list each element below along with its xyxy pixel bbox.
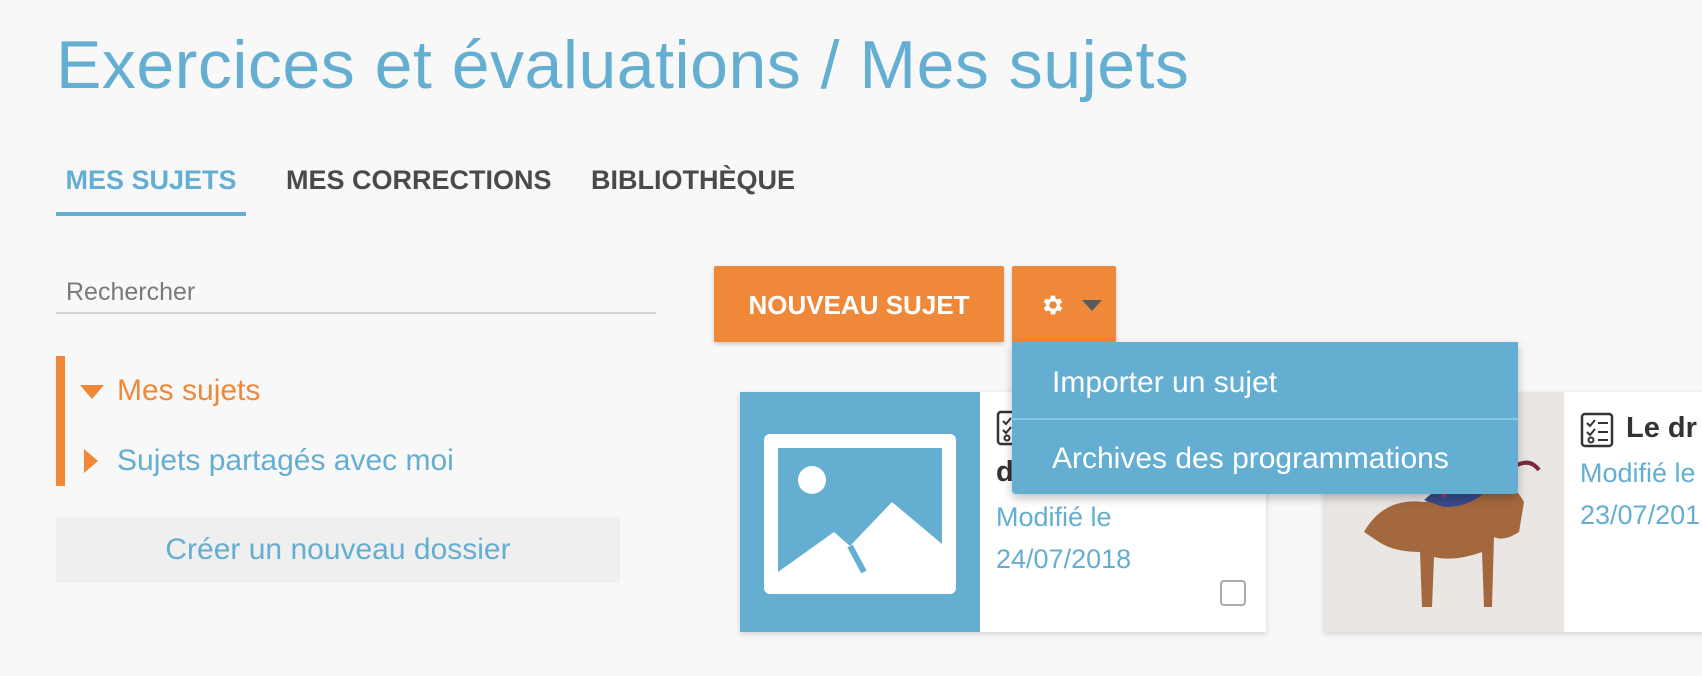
tab-mes-sujets[interactable]: MES SUJETS (56, 154, 246, 216)
search-input[interactable] (56, 272, 656, 314)
folder-label: Mes sujets (117, 374, 261, 407)
chevron-down-icon (1082, 300, 1102, 311)
create-folder-button[interactable]: Créer un nouveau dossier (56, 517, 620, 583)
card-modified: Modifié le 24/07/2018 (996, 496, 1131, 580)
card-modified: Modifié le 23/07/201 (1580, 452, 1700, 536)
image-placeholder-icon (764, 434, 956, 594)
tab-bibliotheque[interactable]: BIBLIOTHÈQUE (591, 154, 795, 212)
folder-label: Sujets partagés avec moi (117, 444, 454, 477)
caret-right-icon[interactable] (84, 449, 98, 473)
page-title: Exercices et évaluations / Mes sujets (56, 27, 1190, 103)
settings-dropdown-button[interactable] (1012, 266, 1116, 342)
card-thumbnail (740, 392, 980, 632)
folder-tree: Mes sujets Sujets partagés avec moi (56, 356, 616, 486)
tab-mes-corrections[interactable]: MES CORRECTIONS (286, 154, 552, 212)
gear-icon (1043, 295, 1063, 315)
menu-item-archives[interactable]: Archives des programmations (1012, 424, 1518, 494)
modified-date: 24/07/2018 (996, 544, 1132, 574)
menu-divider (1012, 418, 1518, 420)
card-checkbox[interactable] (1220, 580, 1246, 606)
modified-label: Modifié le (996, 502, 1112, 532)
card-title[interactable]: Le dr (1626, 412, 1697, 445)
modified-label: Modifié le (1580, 458, 1696, 488)
new-subject-button[interactable]: NOUVEAU SUJET (714, 266, 1004, 342)
caret-down-icon[interactable] (80, 385, 104, 399)
menu-item-import[interactable]: Importer un sujet (1012, 348, 1518, 418)
checklist-icon (1580, 412, 1614, 448)
modified-date: 23/07/201 (1580, 500, 1701, 530)
settings-menu: Importer un sujet Archives des programma… (1012, 342, 1518, 494)
